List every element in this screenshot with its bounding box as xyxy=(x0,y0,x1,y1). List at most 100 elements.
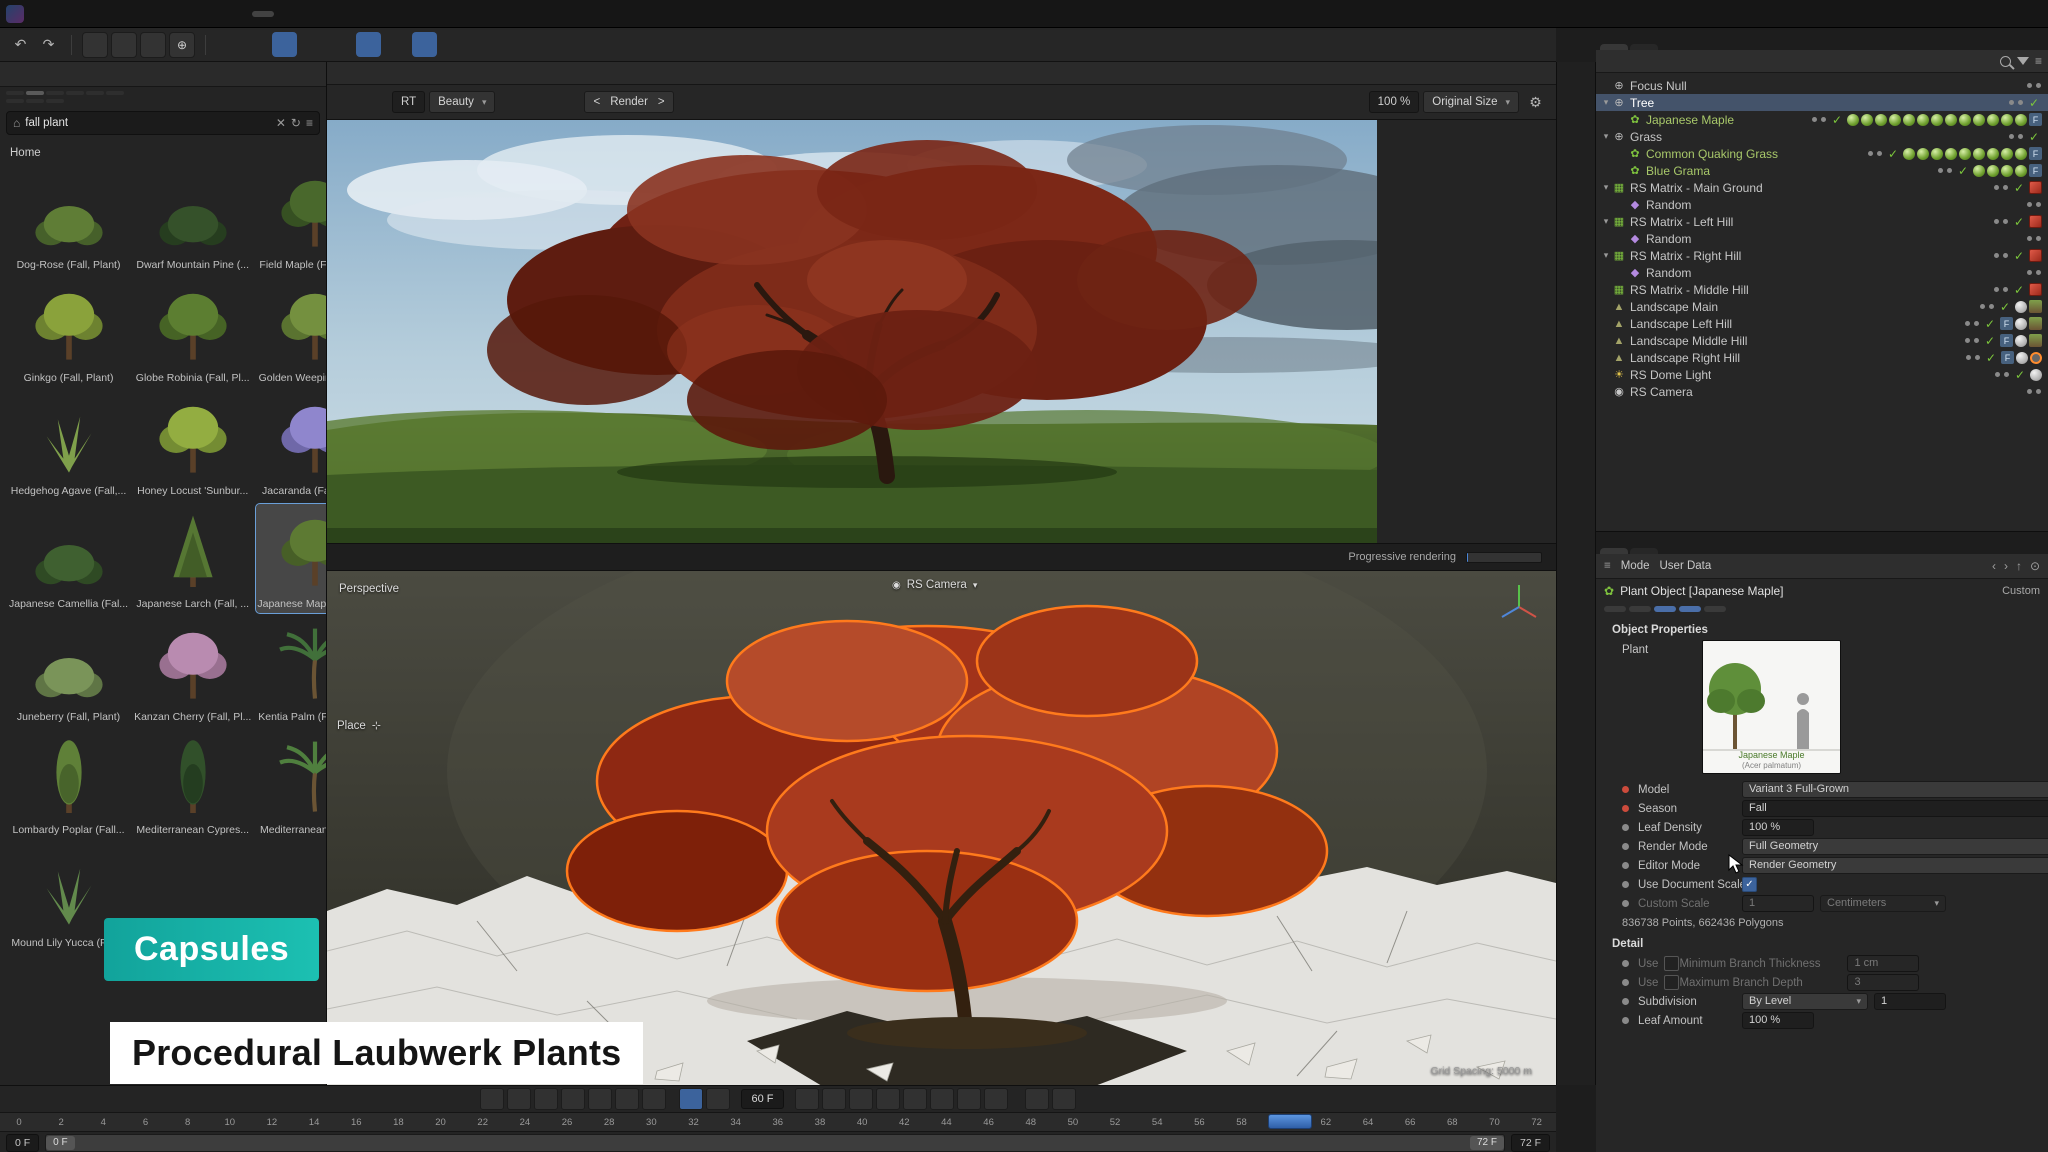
goto-start-button[interactable] xyxy=(480,1088,504,1110)
material-chip[interactable] xyxy=(1959,148,1971,160)
material-chip[interactable] xyxy=(1973,165,1985,177)
visibility-dot[interactable] xyxy=(1938,168,1943,173)
checker-background-icon[interactable] xyxy=(706,90,731,115)
expand-arrow-icon[interactable]: ▾ xyxy=(1600,182,1612,193)
visibility-dot[interactable] xyxy=(1994,219,1999,224)
visibility-dot[interactable] xyxy=(2009,100,2014,105)
enabled-check-icon[interactable]: ✓ xyxy=(1832,113,1842,127)
selected-tag[interactable] xyxy=(2030,352,2042,364)
layout-quad-icon[interactable] xyxy=(1495,32,1520,57)
visibility-dot[interactable] xyxy=(1995,372,2000,377)
visibility-dot[interactable] xyxy=(1975,355,1980,360)
filter-tab[interactable] xyxy=(106,91,124,95)
nav-forward-icon[interactable]: › xyxy=(2004,559,2008,573)
next-render-icon[interactable]: > xyxy=(658,96,665,108)
menu-item[interactable] xyxy=(296,11,318,17)
material-chip[interactable] xyxy=(1987,114,1999,126)
enabled-check-icon[interactable]: ✓ xyxy=(2029,130,2039,144)
visibility-dot[interactable] xyxy=(1868,151,1873,156)
menu-item[interactable] xyxy=(120,11,142,17)
menu-item[interactable] xyxy=(318,11,340,17)
field-tag[interactable]: F xyxy=(2000,317,2013,330)
mode-dropdown[interactable]: Mode xyxy=(1621,560,1650,572)
current-frame-field[interactable]: 60 F xyxy=(741,1089,783,1109)
filter-tab[interactable] xyxy=(6,99,24,103)
current-frame-marker[interactable] xyxy=(1268,1114,1312,1129)
panel-options-icon[interactable] xyxy=(300,64,320,84)
visibility-dot[interactable] xyxy=(2036,270,2041,275)
visibility-dot[interactable] xyxy=(2003,287,2008,292)
object-tree-row[interactable]: ☀ RS Dome Light ✓ xyxy=(1596,366,2048,383)
field-tag[interactable]: F xyxy=(2029,164,2042,177)
visibility-dot[interactable] xyxy=(2027,202,2032,207)
snapshot-icon[interactable] xyxy=(335,90,360,115)
render-view-icon[interactable] xyxy=(216,32,241,57)
prev-render-icon[interactable]: < xyxy=(593,96,600,108)
visibility-dot[interactable] xyxy=(2036,389,2041,394)
visibility-dot[interactable] xyxy=(1980,304,1985,309)
attribute-tab-chip[interactable] xyxy=(1704,606,1726,612)
enabled-check-icon[interactable]: ✓ xyxy=(2000,300,2010,314)
loop-playback-button[interactable] xyxy=(679,1088,703,1110)
phong-tag[interactable] xyxy=(2030,369,2042,381)
range-start-field[interactable]: 0 F xyxy=(6,1134,39,1152)
play-sound-button[interactable] xyxy=(706,1088,730,1110)
redshift-object-tag[interactable] xyxy=(2029,181,2042,194)
enabled-check-icon[interactable]: ✓ xyxy=(1986,351,1996,365)
object-tree-row[interactable]: ◆ Random xyxy=(1596,230,2048,247)
visibility-dot[interactable] xyxy=(1974,321,1979,326)
enabled-check-icon[interactable]: ✓ xyxy=(2014,215,2024,229)
axis-lock-button[interactable] xyxy=(140,32,166,58)
axis-modify-icon[interactable] xyxy=(580,32,605,57)
visibility-dot[interactable] xyxy=(2036,83,2041,88)
attribute-tab-chip[interactable] xyxy=(1604,606,1626,612)
menu-item[interactable] xyxy=(369,71,387,75)
clay-mode-icon[interactable] xyxy=(762,90,787,115)
material-chip[interactable] xyxy=(1959,114,1971,126)
home-icon[interactable]: ⌂ xyxy=(13,116,20,130)
redshift-object-tag[interactable] xyxy=(2029,249,2042,262)
object-tree-row[interactable]: ◆ Random xyxy=(1596,264,2048,281)
object-tree-row[interactable]: ✿ Blue Grama ✓F xyxy=(1596,162,2048,179)
phong-tag[interactable] xyxy=(2015,335,2027,347)
field-tag[interactable]: F xyxy=(2000,334,2013,347)
material-chip[interactable] xyxy=(2001,165,2013,177)
record-audio-button[interactable] xyxy=(1025,1088,1049,1110)
visibility-dot[interactable] xyxy=(1965,338,1970,343)
menu-item[interactable] xyxy=(1618,59,1634,63)
nav-back-icon[interactable]: ‹ xyxy=(1992,559,1996,573)
asset-plant-tile[interactable]: Dwarf Mountain Pine (... xyxy=(133,165,252,274)
material-chip[interactable] xyxy=(2015,148,2027,160)
menu-item[interactable] xyxy=(6,72,20,76)
visibility-dot[interactable] xyxy=(1994,253,1999,258)
prev-key-button[interactable] xyxy=(507,1088,531,1110)
region-render-icon[interactable] xyxy=(555,90,580,115)
record-keyframe-button[interactable] xyxy=(795,1088,819,1110)
key-position-button[interactable] xyxy=(876,1088,900,1110)
object-tree-row[interactable]: ▾ ⊕ Grass ✓ xyxy=(1596,128,2048,145)
restart-render-icon[interactable] xyxy=(363,90,388,115)
asset-plant-tile[interactable]: Dog-Rose (Fall, Plant) xyxy=(8,165,129,274)
play-button[interactable] xyxy=(561,1088,585,1110)
use-checkbox[interactable] xyxy=(1664,956,1679,971)
param-control[interactable]: By Level▾1 xyxy=(1742,993,1946,1010)
object-tree-row[interactable]: ⊕ Focus Null xyxy=(1596,77,2048,94)
render-nav-control[interactable]: < Render > xyxy=(584,91,673,113)
rt-label[interactable]: RT xyxy=(392,91,425,113)
clear-search-icon[interactable]: ✕ xyxy=(276,116,286,130)
app-logo-icon[interactable] xyxy=(6,5,24,23)
asset-plant-tile[interactable]: Mediterranean Cypres... xyxy=(133,730,252,839)
search-input[interactable]: fall plant xyxy=(25,117,271,129)
picture-viewer-icon[interactable] xyxy=(846,90,871,115)
transform-tool-icon[interactable] xyxy=(1562,68,1590,94)
menu-item[interactable] xyxy=(32,11,54,17)
visibility-dot[interactable] xyxy=(1877,151,1882,156)
menu-item[interactable] xyxy=(1602,59,1618,63)
phong-tag[interactable] xyxy=(2015,318,2027,330)
record-live-button[interactable] xyxy=(1052,1088,1076,1110)
expand-arrow-icon[interactable]: ▾ xyxy=(1600,131,1612,142)
layout-dual-icon[interactable] xyxy=(1467,32,1492,57)
menu-item[interactable] xyxy=(340,11,362,17)
material-chip[interactable] xyxy=(2015,114,2027,126)
menu-item[interactable] xyxy=(1650,59,1666,63)
